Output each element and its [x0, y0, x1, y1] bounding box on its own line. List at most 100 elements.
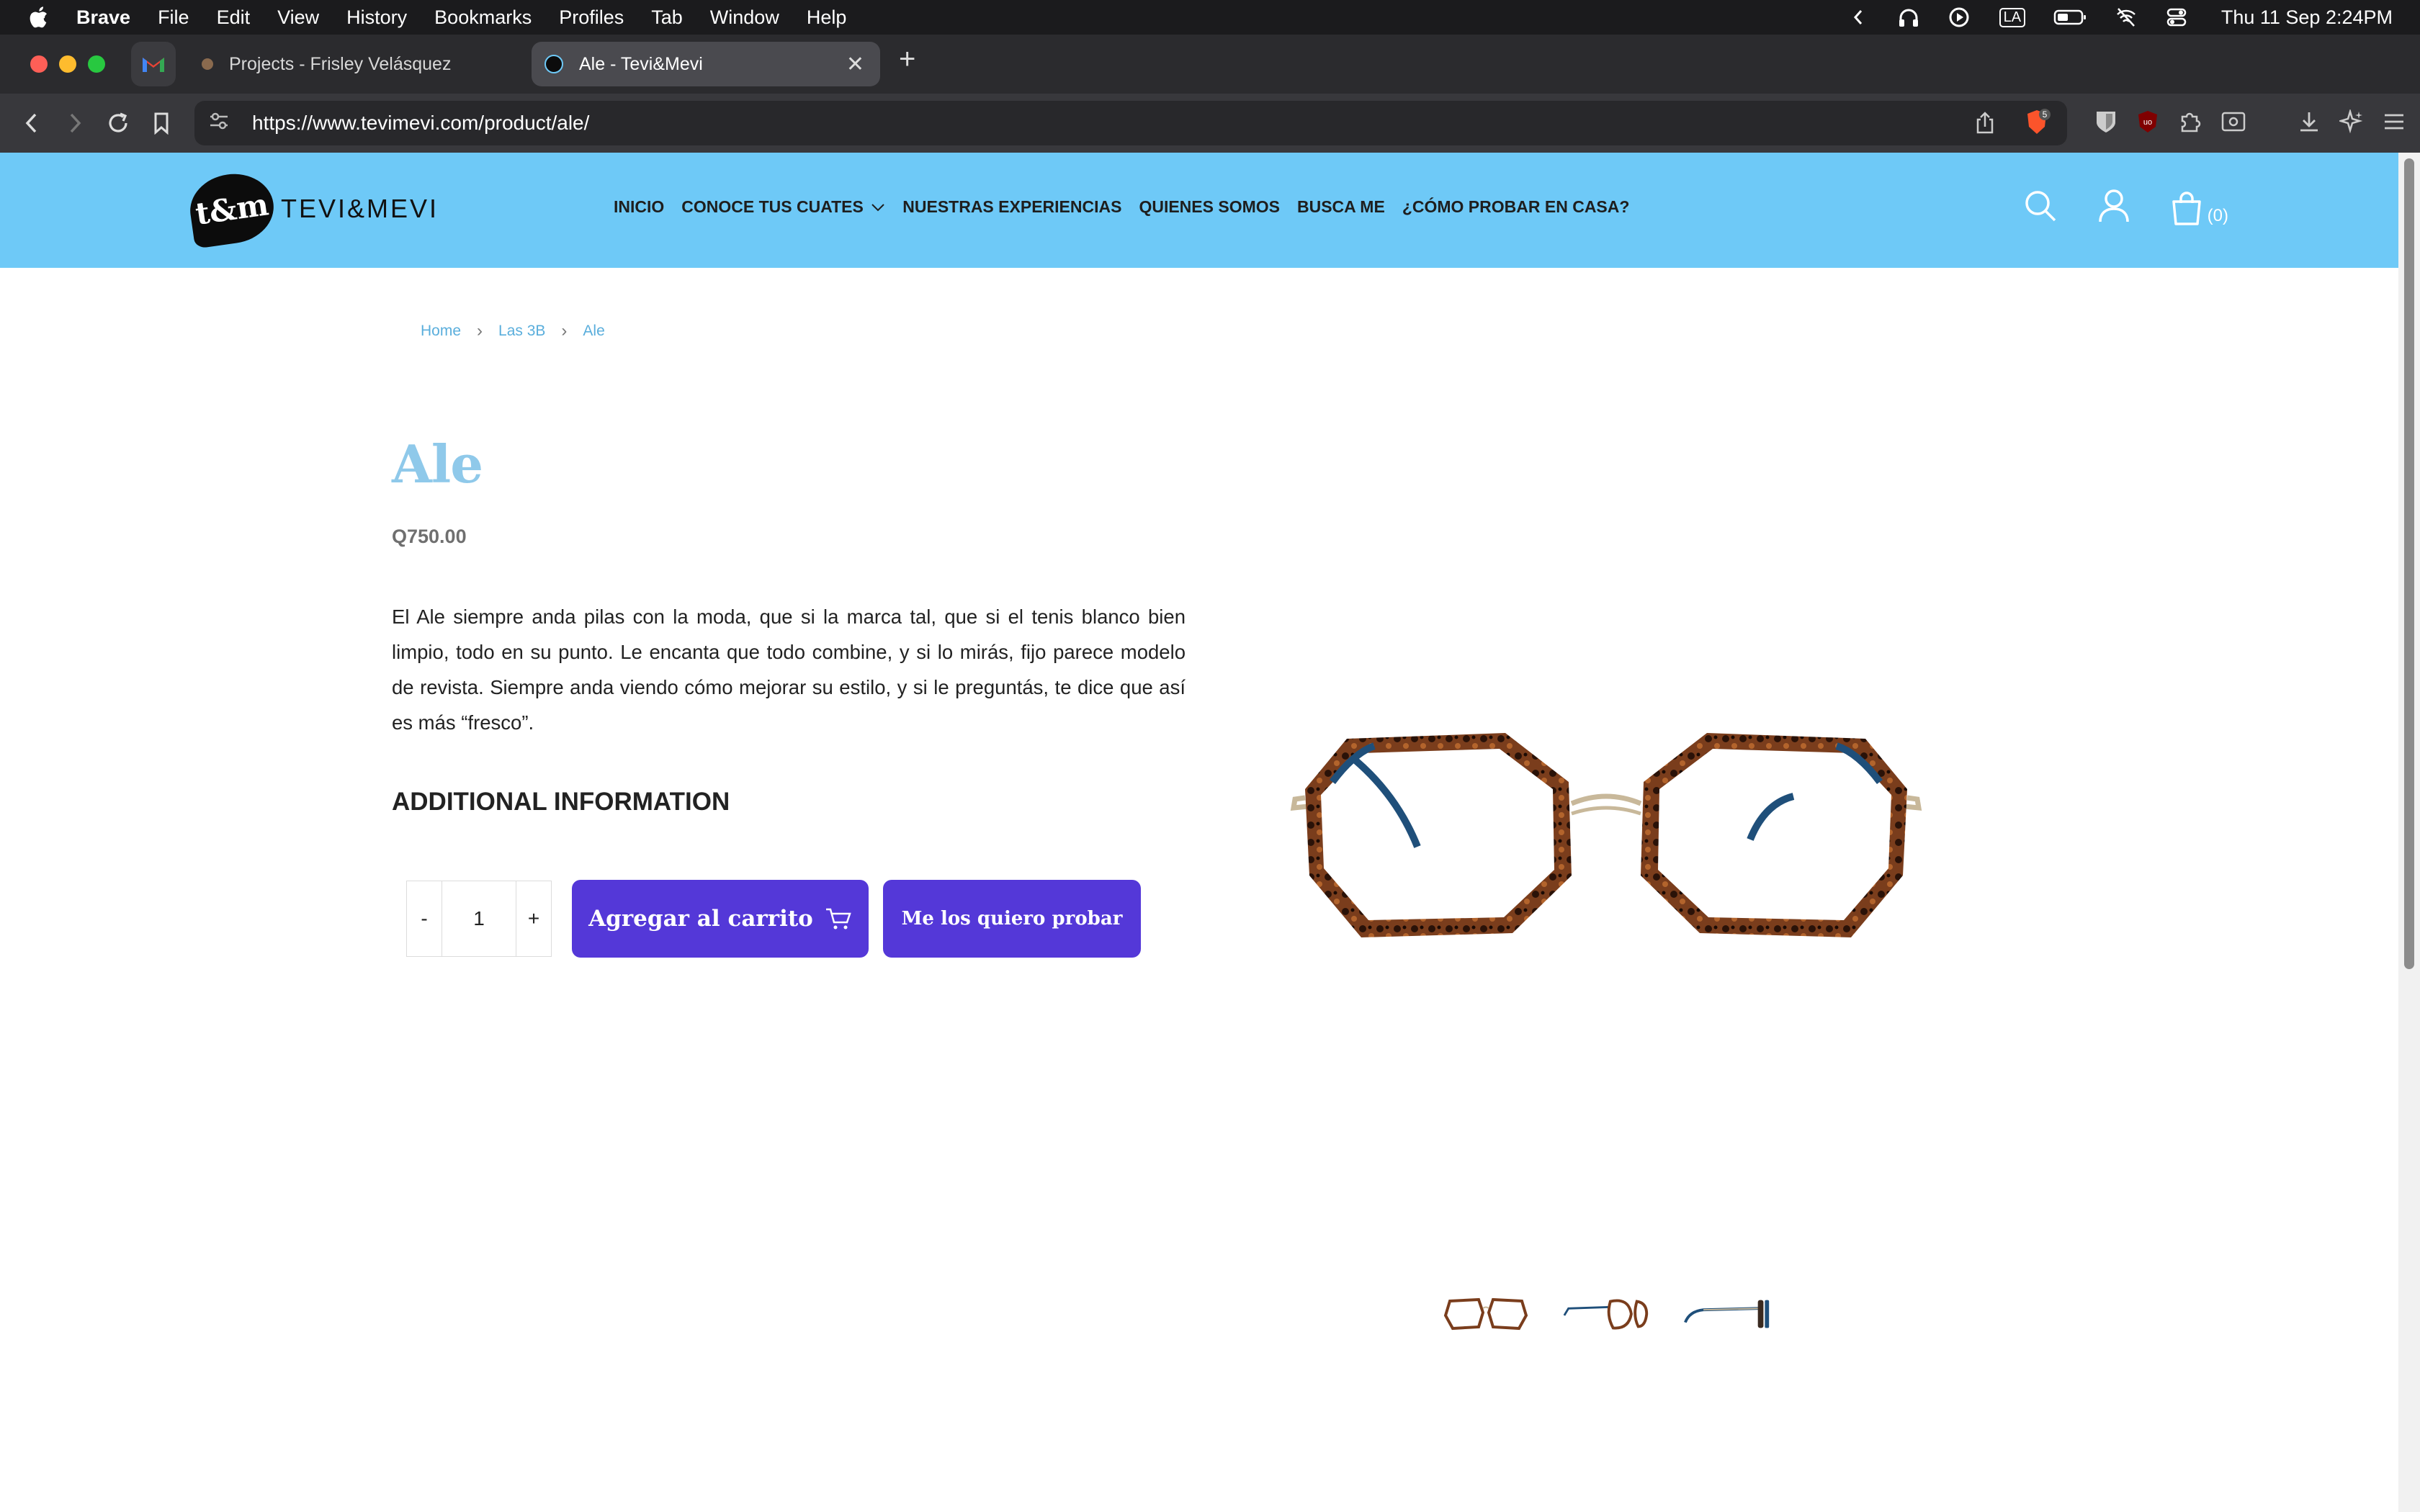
gmail-icon	[143, 58, 164, 72]
nav-nuestras-experiencias[interactable]: NUESTRAS EXPERIENCIAS	[902, 197, 1121, 217]
share-icon[interactable]	[1975, 111, 1995, 140]
site-settings-icon[interactable]	[209, 112, 238, 135]
toolbar-extensions: uo	[2094, 101, 2406, 145]
browser-tab-bar: Projects - Frisley Velásquez Ale - Tevi&…	[0, 35, 2420, 94]
quantity-decrease-button[interactable]: -	[407, 881, 442, 956]
svg-text:uo: uo	[2143, 118, 2152, 127]
cart-icon	[825, 908, 851, 930]
breadcrumb-current[interactable]: Ale	[583, 323, 604, 340]
apple-menu-icon[interactable]	[27, 3, 52, 32]
forward-button[interactable]	[53, 102, 97, 145]
thumbnail-front[interactable]	[1440, 1289, 1531, 1339]
add-to-cart-button[interactable]: Agregar al carrito	[572, 880, 869, 958]
control-center-icon[interactable]	[2164, 6, 2190, 28]
input-source-indicator[interactable]: LA	[1996, 6, 2028, 28]
shopping-bag-icon	[2172, 191, 2201, 225]
additional-information-heading: ADDITIONAL INFORMATION	[392, 788, 730, 816]
leo-ai-icon[interactable]	[2337, 108, 2364, 138]
menu-bookmarks[interactable]: Bookmarks	[421, 6, 545, 29]
reader-mode-icon[interactable]	[2221, 111, 2246, 136]
breadcrumb-home[interactable]: Home	[421, 323, 461, 340]
tab-ale-tevimevi[interactable]: Ale - Tevi&Mevi ✕	[532, 42, 880, 86]
play-circle-icon[interactable]	[1946, 6, 1972, 28]
pinned-tab-gmail[interactable]	[131, 42, 176, 86]
main-navigation: INICIO CONOCE TUS CUATES NUESTRAS EXPERI…	[614, 197, 1629, 217]
logo-text: TEVI&MEVI	[281, 194, 439, 223]
close-tab-icon[interactable]: ✕	[846, 52, 864, 77]
tab-favicon-icon	[202, 58, 213, 70]
nav-quienes-somos[interactable]: QUIENES SOMOS	[1139, 197, 1280, 217]
back-button[interactable]	[10, 102, 53, 145]
zoom-window-button[interactable]	[88, 55, 105, 73]
site-logo[interactable]: t&m TEVI&MEVI	[185, 168, 439, 249]
new-tab-button[interactable]: +	[899, 43, 915, 76]
battery-icon[interactable]	[2053, 6, 2089, 28]
header-actions: (0)	[2023, 189, 2228, 227]
product-image-glasses[interactable]	[1289, 717, 1923, 962]
menu-app-name[interactable]: Brave	[52, 6, 144, 29]
tab-title: Projects - Frisley Velásquez	[229, 53, 452, 74]
tab-favicon-icon	[544, 55, 563, 73]
account-icon[interactable]	[2098, 189, 2130, 227]
shield-badge: 5	[2043, 109, 2048, 120]
menu-profiles[interactable]: Profiles	[545, 6, 637, 29]
product-price: Q750.00	[392, 526, 467, 547]
product-title: Ale	[392, 433, 483, 495]
product-thumbnails	[1440, 1289, 1773, 1339]
menu-window[interactable]: Window	[696, 6, 793, 29]
try-at-home-button[interactable]: Me los quiero probar	[883, 880, 1141, 958]
reload-button[interactable]	[97, 102, 140, 145]
menu-file[interactable]: File	[144, 6, 203, 29]
thumbnail-side[interactable]	[1682, 1289, 1773, 1339]
extensions-puzzle-icon[interactable]	[2178, 109, 2202, 138]
logo-mark: t&m	[185, 168, 279, 249]
tab-projects[interactable]: Projects - Frisley Velásquez	[189, 42, 527, 86]
nav-como-probar[interactable]: ¿CÓMO PROBAR EN CASA?	[1402, 197, 1630, 217]
input-source-label: LA	[1999, 7, 2026, 27]
bookmark-button[interactable]	[140, 102, 183, 145]
scrollbar-thumb[interactable]	[2404, 158, 2414, 969]
downloads-icon[interactable]	[2298, 110, 2321, 137]
quantity-stepper: - 1 +	[406, 881, 552, 957]
chevron-right-icon: ›	[561, 321, 568, 341]
close-window-button[interactable]	[30, 55, 48, 73]
product-description: El Ale siempre anda pilas con la moda, q…	[392, 606, 1186, 734]
menu-edit[interactable]: Edit	[203, 6, 264, 29]
headphones-icon[interactable]	[1896, 6, 1922, 28]
wifi-off-icon[interactable]	[2113, 6, 2139, 28]
menu-history[interactable]: History	[333, 6, 421, 29]
tab-title: Ale - Tevi&Mevi	[579, 53, 703, 74]
nav-busca-me[interactable]: BUSCA ME	[1297, 197, 1385, 217]
add-to-cart-label: Agregar al carrito	[588, 906, 813, 932]
chevron-down-icon	[871, 204, 884, 212]
browser-toolbar: https://www.tevimevi.com/product/ale/ 5 …	[0, 94, 2420, 153]
chevron-left-icon[interactable]	[1845, 6, 1871, 28]
nav-conoce-tus-cuates[interactable]: CONOCE TUS CUATES	[681, 197, 885, 217]
menubar-clock[interactable]: Thu 11 Sep 2:24PM	[2221, 6, 2393, 29]
nav-label: CONOCE TUS CUATES	[681, 197, 864, 216]
browser-menu-icon[interactable]	[2383, 112, 2406, 135]
search-icon[interactable]	[2023, 189, 2058, 227]
menubar-status-area: LA Thu 11 Sep 2:24PM	[1845, 0, 2393, 35]
breadcrumb-category[interactable]: Las 3B	[498, 323, 545, 340]
minimize-window-button[interactable]	[59, 55, 76, 73]
url-text: https://www.tevimevi.com/product/ale/	[252, 112, 590, 134]
page-scrollbar[interactable]	[2398, 153, 2420, 1512]
menu-view[interactable]: View	[264, 6, 333, 29]
chevron-right-icon: ›	[477, 321, 483, 341]
address-bar[interactable]: https://www.tevimevi.com/product/ale/ 5	[194, 101, 2067, 145]
macos-menubar: Brave File Edit View History Bookmarks P…	[0, 0, 2420, 35]
quantity-input[interactable]: 1	[442, 881, 516, 956]
try-at-home-label: Me los quiero probar	[901, 908, 1123, 930]
quantity-increase-button[interactable]: +	[516, 881, 551, 956]
nav-inicio[interactable]: INICIO	[614, 197, 664, 217]
thumbnail-angle[interactable]	[1561, 1289, 1652, 1339]
brave-shields-icon[interactable]: 5	[2022, 108, 2051, 142]
menu-help[interactable]: Help	[793, 6, 861, 29]
cart-button[interactable]: (0)	[2170, 190, 2228, 226]
breadcrumb: Home › Las 3B › Ale	[421, 321, 605, 341]
ublock-extension-icon[interactable]: uo	[2136, 109, 2159, 138]
cart-count: (0)	[2207, 205, 2228, 225]
bitwarden-extension-icon[interactable]	[2094, 109, 2118, 138]
menu-tab[interactable]: Tab	[637, 6, 696, 29]
